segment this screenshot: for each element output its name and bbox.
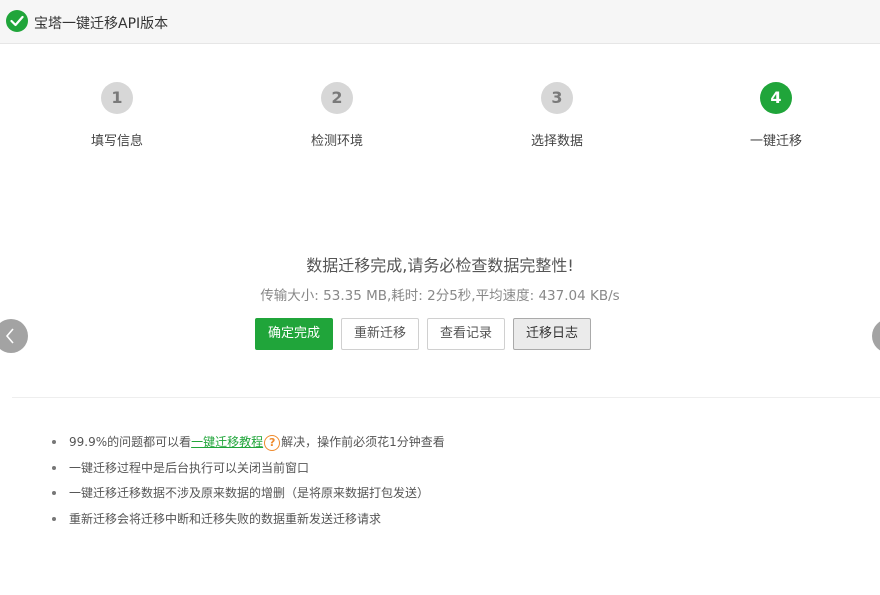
help-icon[interactable]: ?	[264, 434, 281, 451]
step-label: 填写信息	[90, 134, 143, 149]
tip-text: 重新迁移会将迁移中断和迁移失败的数据重新发送迁移请求	[69, 511, 382, 526]
tutorial-link[interactable]: 一键迁移教程	[191, 435, 263, 449]
completion-message: 数据迁移完成,请务必检查数据完整性!	[306, 256, 574, 275]
list-item: 99.9%的问题都可以看一键迁移教程? 解决，操作前必须花1分钟查看	[52, 432, 445, 458]
step-indicator: 1 填写信息 2 检测环境 3 选择数据 4 一键迁移	[0, 82, 880, 152]
step-label: 选择数据	[530, 134, 583, 149]
step-1: 1 填写信息	[57, 82, 177, 149]
step-label: 检测环境	[310, 134, 363, 149]
list-item: 一键迁移过程中是后台执行可以关闭当前窗口	[52, 458, 445, 484]
tip-text: 一键迁移迁移数据不涉及原来数据的增删（是将原来数据打包发送）	[69, 486, 430, 500]
previous-arrow-button[interactable]	[0, 319, 28, 353]
step-4: 4 一键迁移	[716, 82, 836, 149]
confirm-complete-button[interactable]: 确定完成	[255, 318, 334, 350]
step-2: 2 检测环境	[277, 82, 397, 149]
step-number: 4	[760, 82, 792, 114]
migration-log-button[interactable]: 迁移日志	[513, 318, 592, 350]
retry-migration-button[interactable]: 重新迁移	[341, 318, 420, 350]
list-item: 一键迁移迁移数据不涉及原来数据的增删（是将原来数据打包发送）	[52, 483, 445, 509]
tip-text: 99.9%的问题都可以看	[69, 435, 192, 449]
transfer-stats: 传输大小: 53.35 MB,耗时: 2分5秒,平均速度: 437.04 KB/…	[260, 288, 620, 304]
step-number: 3	[541, 82, 573, 114]
window-title: 宝塔一键迁移API版本	[34, 16, 169, 32]
check-circle-icon	[6, 10, 28, 32]
tip-text: 一键迁移过程中是后台执行可以关闭当前窗口	[69, 460, 310, 475]
result-panel: 数据迁移完成,请务必检查数据完整性! 传输大小: 53.35 MB,耗时: 2分…	[0, 252, 880, 304]
view-records-button[interactable]: 查看记录	[427, 318, 506, 350]
step-number: 1	[101, 82, 133, 114]
step-number: 2	[321, 82, 353, 114]
chevron-left-icon	[5, 328, 14, 344]
tip-text: 解决，操作前必须花1分钟查看	[281, 435, 445, 449]
next-arrow-button[interactable]	[872, 319, 880, 353]
action-buttons: 确定完成 重新迁移 查看记录 迁移日志	[255, 318, 599, 350]
list-item: 重新迁移会将迁移中断和迁移失败的数据重新发送迁移请求	[52, 509, 445, 535]
step-label: 一键迁移	[749, 134, 802, 149]
step-3: 3 选择数据	[497, 82, 617, 149]
title-bar: 宝塔一键迁移API版本	[0, 0, 880, 44]
tips-list: 99.9%的问题都可以看一键迁移教程? 解决，操作前必须花1分钟查看 一键迁移过程…	[52, 432, 445, 534]
divider	[12, 397, 880, 398]
